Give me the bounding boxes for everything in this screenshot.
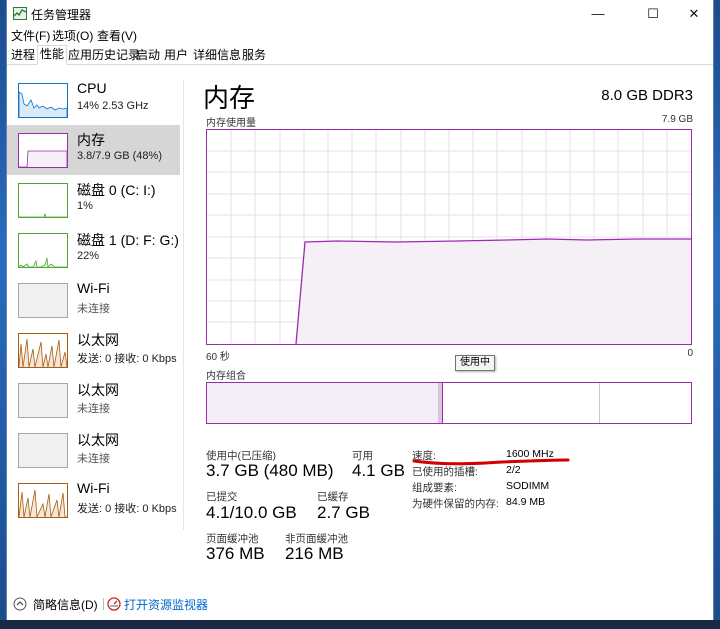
resource-detail: 发送: 0 接收: 0 Kbps — [77, 503, 177, 515]
resource-name: 以太网 — [77, 332, 119, 348]
slots-label: 已使用的插槽: — [412, 466, 478, 478]
hardware-reserved-value: 84.9 MB — [506, 496, 546, 508]
resource-detail: 1% — [77, 200, 93, 212]
resource-disk-1[interactable]: 磁盘 1 (D: F: G:) 22% — [7, 225, 180, 275]
wifi2-thumbnail-graph — [18, 483, 68, 518]
ethernet2-thumbnail-graph — [18, 383, 68, 418]
footer-divider — [103, 598, 104, 610]
nonpaged-pool-value: 216 MB — [285, 544, 344, 563]
resource-wifi-1[interactable]: Wi-Fi 未连接 — [7, 275, 180, 325]
tab-performance[interactable]: 性能 — [37, 45, 68, 65]
resource-name: Wi-Fi — [77, 480, 110, 496]
task-manager-icon — [13, 7, 27, 20]
resource-name: 内存 — [77, 132, 105, 148]
resource-name: Wi-Fi — [77, 280, 110, 296]
footer-bar: 简略信息(D) 打开资源监视器 — [7, 588, 713, 618]
memory-composition-bar — [206, 382, 692, 424]
in-use-tooltip: 使用中 — [455, 355, 495, 371]
form-factor-value: SODIMM — [506, 480, 550, 492]
disk1-thumbnail-graph — [18, 233, 68, 268]
available-value: 4.1 GB — [352, 461, 405, 480]
composition-in-use — [207, 383, 438, 423]
minimize-button[interactable]: — — [575, 0, 621, 27]
fewer-details-link[interactable]: 简略信息(D) — [33, 596, 98, 613]
wifi1-thumbnail-graph — [18, 283, 68, 318]
resource-detail: 未连接 — [77, 303, 110, 315]
sidebar-divider — [183, 80, 184, 530]
resource-wifi-2[interactable]: Wi-Fi 发送: 0 接收: 0 Kbps — [7, 475, 180, 525]
memory-spec: 8.0 GB DDR3 — [601, 87, 693, 104]
desktop-background-left — [0, 0, 7, 629]
memory-usage-graph — [206, 129, 692, 345]
maximize-button[interactable]: ☐ — [630, 0, 676, 27]
resource-detail: 发送: 0 接收: 0 Kbps — [77, 353, 177, 365]
fewer-details-icon[interactable] — [13, 597, 27, 611]
open-resource-monitor-link[interactable]: 打开资源监视器 — [124, 596, 208, 613]
resource-cpu[interactable]: CPU 14% 2.53 GHz — [7, 75, 180, 125]
resource-name: CPU — [77, 80, 107, 96]
tab-processes[interactable]: 进程 — [9, 47, 37, 63]
menu-file[interactable]: 文件(F) — [11, 27, 50, 44]
resource-name: 磁盘 0 (C: I:) — [77, 182, 156, 198]
resource-ethernet-3[interactable]: 以太网 未连接 — [7, 425, 180, 475]
resource-memory[interactable]: 内存 3.8/7.9 GB (48%) — [7, 125, 180, 175]
time-axis-left: 60 秒 — [206, 352, 230, 363]
resource-disk-0[interactable]: 磁盘 0 (C: I:) 1% — [7, 175, 180, 225]
resource-name: 以太网 — [77, 382, 119, 398]
title-bar[interactable]: 任务管理器 — ☐ ✕ — [7, 0, 713, 27]
memory-panel: 内存 8.0 GB DDR3 内存使用量 7.9 GB 60 秒 0 使用中 内… — [203, 75, 703, 563]
tab-details[interactable]: 详细信息 — [191, 47, 243, 63]
hardware-reserved-label: 为硬件保留的内存: — [412, 498, 499, 510]
in-use-value: 3.7 GB (480 MB) — [206, 461, 334, 480]
cached-value: 2.7 GB — [317, 503, 370, 522]
resource-name: 磁盘 1 (D: F: G:) — [77, 232, 179, 248]
desktop-taskbar-edge — [0, 620, 720, 629]
task-manager-window: 任务管理器 — ☐ ✕ 文件(F) 选项(O) 查看(V) 进程 性能 应用历史… — [7, 0, 713, 629]
committed-value: 4.1/10.0 GB — [206, 503, 297, 522]
slots-value: 2/2 — [506, 464, 521, 476]
cached-label: 已缓存 — [317, 491, 349, 503]
resource-list: CPU 14% 2.53 GHz 内存 3.8/7.9 GB (48%) 磁盘 … — [7, 75, 183, 525]
page-title: 内存 — [203, 83, 256, 113]
composition-divider-2 — [599, 383, 600, 423]
memory-usage-area — [296, 239, 691, 344]
resource-detail: 22% — [77, 250, 100, 262]
cpu-thumbnail-graph — [18, 83, 68, 118]
composition-divider-1 — [442, 383, 443, 423]
menu-options[interactable]: 选项(O) — [52, 27, 93, 44]
time-axis-right: 0 — [687, 348, 693, 359]
tab-app-history[interactable]: 应用历史记录 — [66, 47, 142, 63]
tab-services[interactable]: 服务 — [240, 47, 268, 63]
tab-users[interactable]: 用户 — [162, 47, 190, 63]
form-factor-label: 组成要素: — [412, 482, 457, 494]
resource-detail: 3.8/7.9 GB (48%) — [77, 150, 162, 162]
usage-max-label: 7.9 GB — [661, 114, 693, 125]
committed-label: 已提交 — [206, 491, 238, 503]
resource-name: 以太网 — [77, 432, 119, 448]
resource-ethernet-2[interactable]: 以太网 未连接 — [7, 375, 180, 425]
resource-detail: 未连接 — [77, 453, 110, 465]
resource-ethernet-1[interactable]: 以太网 发送: 0 接收: 0 Kbps — [7, 325, 180, 375]
disk0-thumbnail-graph — [18, 183, 68, 218]
paged-pool-value: 376 MB — [206, 544, 265, 563]
desktop-background-right — [713, 0, 720, 629]
resource-monitor-icon — [107, 597, 121, 611]
usage-label: 内存使用量 — [206, 118, 256, 129]
resource-detail: 未连接 — [77, 403, 110, 415]
tab-startup[interactable]: 启动 — [134, 47, 162, 63]
composition-label: 内存组合 — [206, 371, 246, 382]
resource-detail: 14% 2.53 GHz — [77, 100, 149, 112]
tab-bar: 进程 性能 应用历史记录 启动 用户 详细信息 服务 — [7, 45, 713, 65]
ethernet3-thumbnail-graph — [18, 433, 68, 468]
menu-view[interactable]: 查看(V) — [97, 27, 137, 44]
window-title: 任务管理器 — [31, 8, 92, 22]
ethernet1-thumbnail-graph — [18, 333, 68, 368]
menu-bar: 文件(F) 选项(O) 查看(V) — [7, 27, 713, 45]
close-button[interactable]: ✕ — [671, 0, 717, 27]
memory-thumbnail-graph — [18, 133, 68, 168]
